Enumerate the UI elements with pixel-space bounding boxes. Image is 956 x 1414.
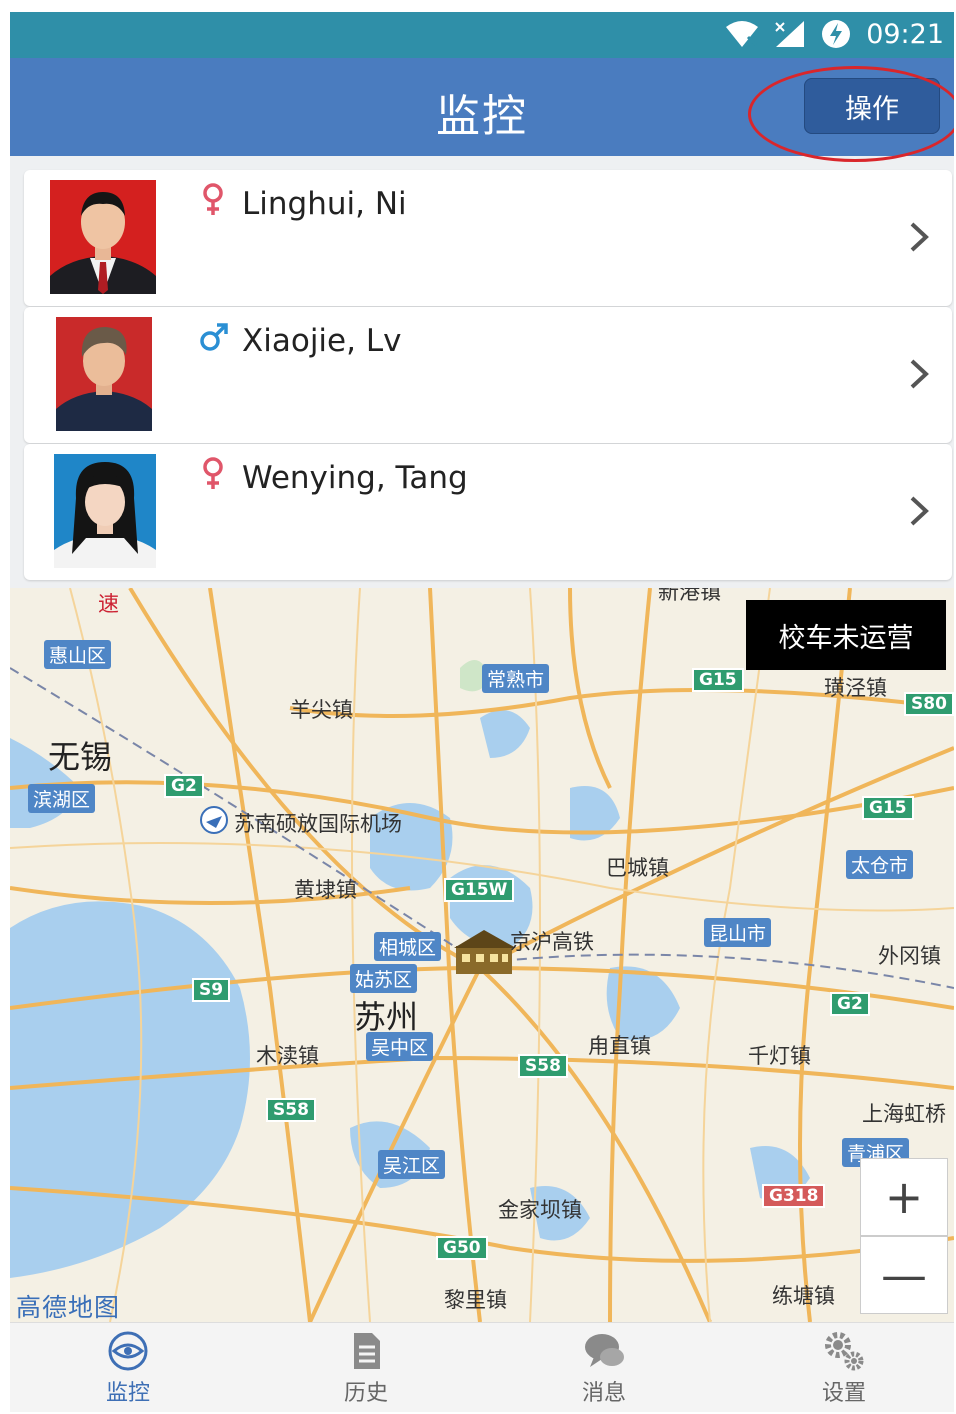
map-highway-label: G15W: [444, 878, 515, 902]
student-photo: [54, 454, 156, 568]
map-highway-label: G2: [830, 992, 870, 1016]
status-bar: 09:21: [10, 12, 954, 58]
tab-messages[interactable]: 消息: [544, 1331, 664, 1407]
student-row[interactable]: Xiaojie, Lv: [24, 307, 952, 443]
student-name: Linghui, Ni: [242, 186, 407, 222]
map-city-label: 无锡: [48, 738, 113, 776]
map-district-label: 昆山市: [704, 918, 772, 947]
tab-history[interactable]: 历史: [306, 1331, 426, 1407]
map-label: 上海虹桥: [862, 1102, 946, 1126]
map-district-label: 常熟市: [482, 664, 550, 693]
battery-charging-icon: [822, 20, 851, 48]
chevron-right-icon: [910, 359, 929, 389]
school-bus-status: 校车未运营: [746, 600, 946, 670]
document-icon: [354, 1333, 380, 1369]
student-photo: [50, 180, 156, 294]
map-provider-logo: 高德地图: [16, 1293, 121, 1322]
tab-label: 历史: [343, 1381, 388, 1406]
tab-label: 监控: [105, 1381, 150, 1406]
map-label: 外冈镇: [878, 944, 941, 968]
map-district-label: 太仓市: [846, 850, 914, 879]
app-header: 监控 操作: [10, 58, 954, 162]
map-highway-label: S58: [518, 1054, 568, 1078]
map-label: 金家坝镇: [498, 1198, 582, 1222]
tab-settings[interactable]: 设置: [784, 1331, 904, 1407]
student-row[interactable]: Linghui, Ni: [24, 170, 952, 306]
map-district-label: 吴江区: [378, 1150, 446, 1179]
map-district-label: 滨湖区: [28, 784, 96, 813]
map-roads: [10, 588, 954, 1322]
zoom-out-button[interactable]: —: [860, 1236, 948, 1314]
map-highway-label: S80: [904, 692, 954, 716]
map-highway-label: G15: [692, 668, 744, 692]
gear-icon: [825, 1332, 864, 1371]
map-label: 速: [98, 592, 119, 616]
tab-label: 设置: [821, 1381, 866, 1406]
map-label: 练塘镇: [772, 1284, 835, 1308]
tab-label: 消息: [581, 1381, 626, 1406]
map-label: 木渎镇: [256, 1044, 319, 1068]
chevron-right-icon: [910, 496, 929, 526]
map-district-label: 吴中区: [366, 1032, 434, 1061]
map-district-label: 相城区: [374, 932, 442, 961]
map-highway-label: G2: [164, 774, 204, 798]
student-photo: [56, 317, 152, 431]
map-label: 黄埭镇: [294, 878, 357, 902]
map-district-label: 惠山区: [44, 640, 112, 669]
map-label: 千灯镇: [748, 1044, 811, 1068]
zoom-in-button[interactable]: +: [860, 1158, 948, 1236]
male-icon: [200, 323, 228, 351]
map-label: 京沪高铁: [510, 930, 594, 954]
eye-icon: [108, 1331, 148, 1371]
operation-button[interactable]: 操作: [804, 78, 940, 134]
tab-monitor[interactable]: 监控: [68, 1331, 188, 1407]
female-icon: [203, 183, 223, 215]
wifi-icon: [726, 21, 759, 47]
chevron-right-icon: [910, 222, 929, 252]
student-row[interactable]: Wenying, Tang: [24, 444, 952, 580]
map-highway-label: G15: [862, 796, 914, 820]
bottom-tab-bar: 监控 历史 消息 设置: [10, 1322, 954, 1412]
app-screen: 09:21 监控 操作 Linghui, Ni Xiaojie, Lv Weny…: [10, 12, 954, 1412]
student-name: Xiaojie, Lv: [242, 323, 402, 359]
student-list: Linghui, Ni Xiaojie, Lv Wenying, Tang: [24, 170, 952, 581]
map-highway-label: S9: [192, 978, 231, 1002]
signal-icon: [775, 21, 805, 47]
chat-icon: [585, 1334, 624, 1367]
student-name: Wenying, Tang: [242, 460, 468, 496]
map-highway-label: S58: [266, 1098, 316, 1122]
map-highway-label: G50: [436, 1236, 488, 1260]
map-label: 羊尖镇: [290, 698, 353, 722]
map-label: 璜泾镇: [824, 676, 887, 700]
map-highway-label: G318: [762, 1184, 826, 1208]
status-time: 09:21: [866, 18, 944, 50]
map-view[interactable]: 新港镇 速 校车未运营 惠山区 常熟市 G15 璜泾镇 S80 羊尖镇 无锡 G…: [10, 588, 954, 1322]
map-label: 巴城镇: [606, 856, 669, 880]
map-label: 苏南硕放国际机场: [234, 812, 402, 836]
map-label: 黎里镇: [444, 1288, 507, 1312]
map-district-label: 姑苏区: [350, 964, 418, 993]
map-label: 新港镇: [658, 588, 721, 604]
female-icon: [203, 457, 223, 489]
map-label: 甪直镇: [588, 1034, 651, 1058]
